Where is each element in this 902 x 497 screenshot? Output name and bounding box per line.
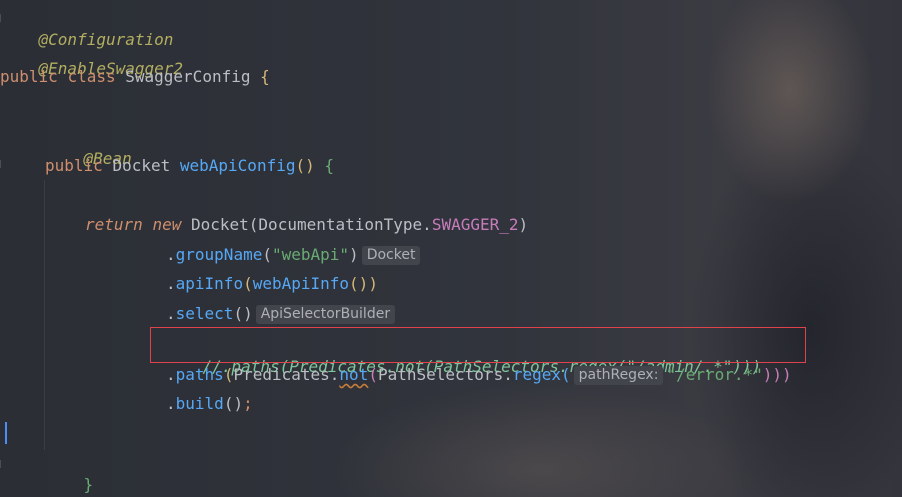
close-paren: ) [368,274,378,293]
group-name-method: groupName [175,245,263,264]
dot: . [166,304,176,323]
docket-type: Docket [190,215,249,234]
class-name: SwaggerConfig [125,67,251,86]
open-brace: { [324,156,335,175]
keyword-new: new [152,215,182,234]
fold-marker[interactable] [0,160,5,168]
code-editor[interactable]: @Configuration @EnableSwagger2 public cl… [0,0,902,497]
predicates-class: Predicates. [233,365,340,384]
open-paren: ( [368,365,378,384]
red-highlight-box [150,327,806,363]
keyword-public: public [45,156,103,175]
text-caret [5,422,7,444]
api-info-method: apiInfo [175,274,244,293]
code-line-10[interactable]: .apiInfo(webApiInfo()) [166,273,378,295]
close-parens: ))) [762,365,792,384]
open-paren: ( [262,245,272,264]
code-line-11[interactable]: .select() ApiSelectorBuilder [166,303,398,325]
group-name-string: "webApi" [271,245,350,264]
open-brace: { [260,67,270,86]
select-method: select [175,304,234,323]
paths-method: paths [175,365,224,384]
dot: . [166,274,176,293]
swagger-2-constant: SWAGGER_2 [431,215,519,234]
dot: . [166,394,176,413]
code-line-6[interactable]: public Docket webApiConfig() { [45,155,334,177]
type-hint-docket: Docket [361,246,421,265]
regex-method: regex [512,365,561,384]
open-paren: ( [561,365,571,384]
not-method[interactable]: not [339,365,368,384]
semicolon: ; [243,394,253,413]
code-line-1[interactable]: @Configuration [0,7,174,49]
code-line-13[interactable]: .paths(Predicates.not(PathSelectors.rege… [166,364,792,386]
call-parens: () [349,274,369,293]
code-line-8[interactable]: return new Docket(DocumentationType.SWAG… [85,214,528,236]
call-parens: () [223,394,244,413]
type-hint-api-selector-builder: ApiSelectorBuilder [255,305,396,324]
closing-brace: } [83,475,94,494]
web-api-info-call: webApiInfo [252,274,350,293]
code-line-9[interactable]: .groupName("webApi") Docket [166,244,423,266]
method-name: webApiConfig [179,156,296,175]
open-paren: ( [223,365,234,384]
keyword-class: class [67,67,116,86]
dot: . [166,365,176,384]
return-type: Docket [112,156,171,175]
code-line-14[interactable]: .build(); [166,393,253,415]
method-parens: () [295,156,315,175]
open-paren: ( [248,215,259,234]
code-line-17[interactable]: } [45,452,94,494]
code-line-5[interactable]: @Bean [45,126,132,168]
documentation-type: DocumentationType. [258,215,432,234]
keyword-public: public [0,67,58,86]
error-regex-string: "/error.*" [666,365,763,384]
fold-marker[interactable] [0,460,5,468]
open-paren: ( [243,274,253,293]
close-paren: ) [349,245,359,264]
build-method: build [175,394,224,413]
keyword-return: return [85,215,143,234]
dot: . [166,245,176,264]
call-parens: () [233,304,253,323]
code-line-3[interactable]: public class SwaggerConfig { [0,66,270,88]
path-selectors-class: PathSelectors. [377,365,513,384]
code-line-2[interactable]: @EnableSwagger2 [0,36,184,78]
param-hint-path-regex: pathRegex: [573,366,664,385]
close-paren: ) [518,215,529,234]
indent-guide [44,180,45,450]
